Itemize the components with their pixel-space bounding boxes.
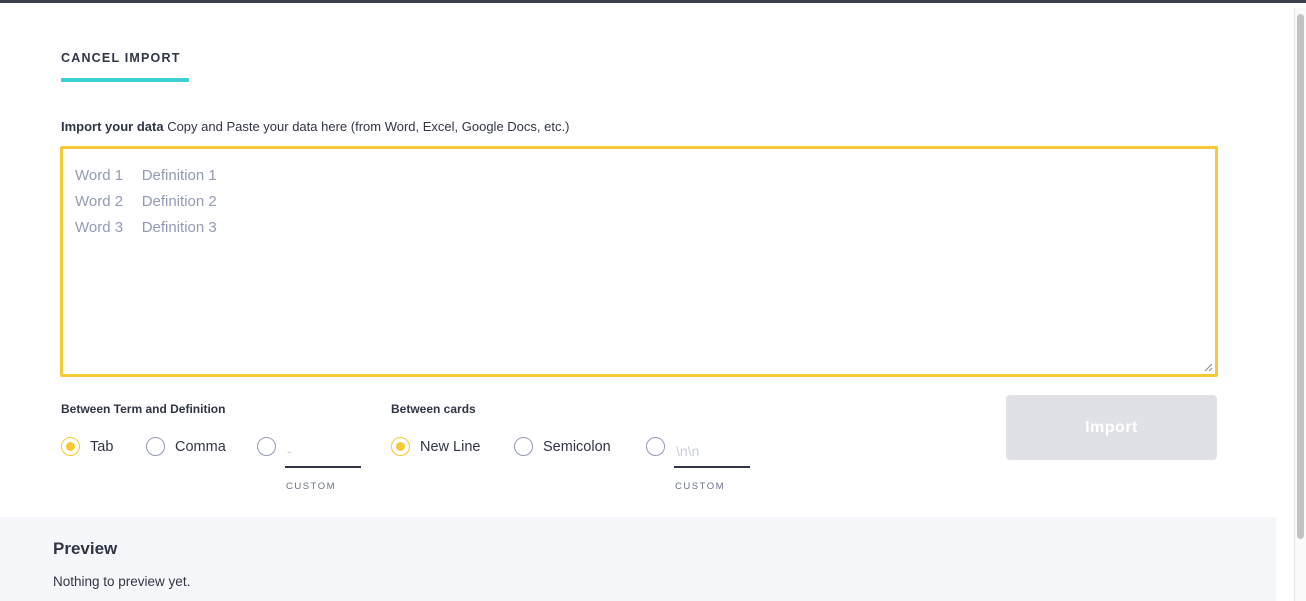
radio-semicolon[interactable]: Semicolon [514, 437, 611, 456]
radio-comma[interactable]: Comma [146, 437, 226, 456]
import-button[interactable]: Import [1006, 395, 1217, 460]
between-cards-label: Between cards [391, 402, 476, 416]
radio-cards-custom-indicator [646, 437, 665, 456]
term-definition-label: Between Term and Definition [61, 402, 226, 416]
cards-custom-input[interactable] [674, 434, 750, 468]
term-custom-input[interactable] [285, 434, 361, 468]
radio-comma-label: Comma [175, 438, 226, 455]
radio-cards-custom[interactable] [646, 437, 665, 456]
resize-grip-icon[interactable] [1203, 362, 1213, 372]
import-label-text: Copy and Paste your data here (from Word… [163, 119, 570, 134]
radio-tab-indicator [61, 437, 80, 456]
scrollbar-thumb[interactable] [1297, 14, 1304, 539]
radio-comma-indicator [146, 437, 165, 456]
top-border [0, 0, 1306, 10]
preview-title: Preview [53, 539, 118, 558]
radio-semicolon-indicator [514, 437, 533, 456]
import-instructions: Import your data Copy and Paste your dat… [61, 119, 569, 134]
radio-term-custom-indicator [257, 437, 276, 456]
cards-custom-caption: CUSTOM [675, 481, 725, 492]
radio-term-custom[interactable] [257, 437, 276, 456]
radio-tab-label: Tab [90, 438, 114, 455]
radio-new-line-indicator [391, 437, 410, 456]
import-data-textarea[interactable] [60, 146, 1218, 377]
radio-semicolon-label: Semicolon [543, 438, 611, 455]
cancel-import-link[interactable]: CANCEL IMPORT [61, 51, 181, 65]
radio-new-line-label: New Line [420, 438, 481, 455]
preview-panel: Preview Nothing to preview yet. [0, 517, 1276, 601]
import-label-bold: Import your data [61, 119, 164, 134]
term-custom-caption: CUSTOM [286, 481, 336, 492]
preview-empty-message: Nothing to preview yet. [53, 574, 191, 589]
cancel-import-underline [61, 78, 189, 82]
radio-tab[interactable]: Tab [61, 437, 113, 456]
radio-new-line[interactable]: New Line [391, 437, 480, 456]
